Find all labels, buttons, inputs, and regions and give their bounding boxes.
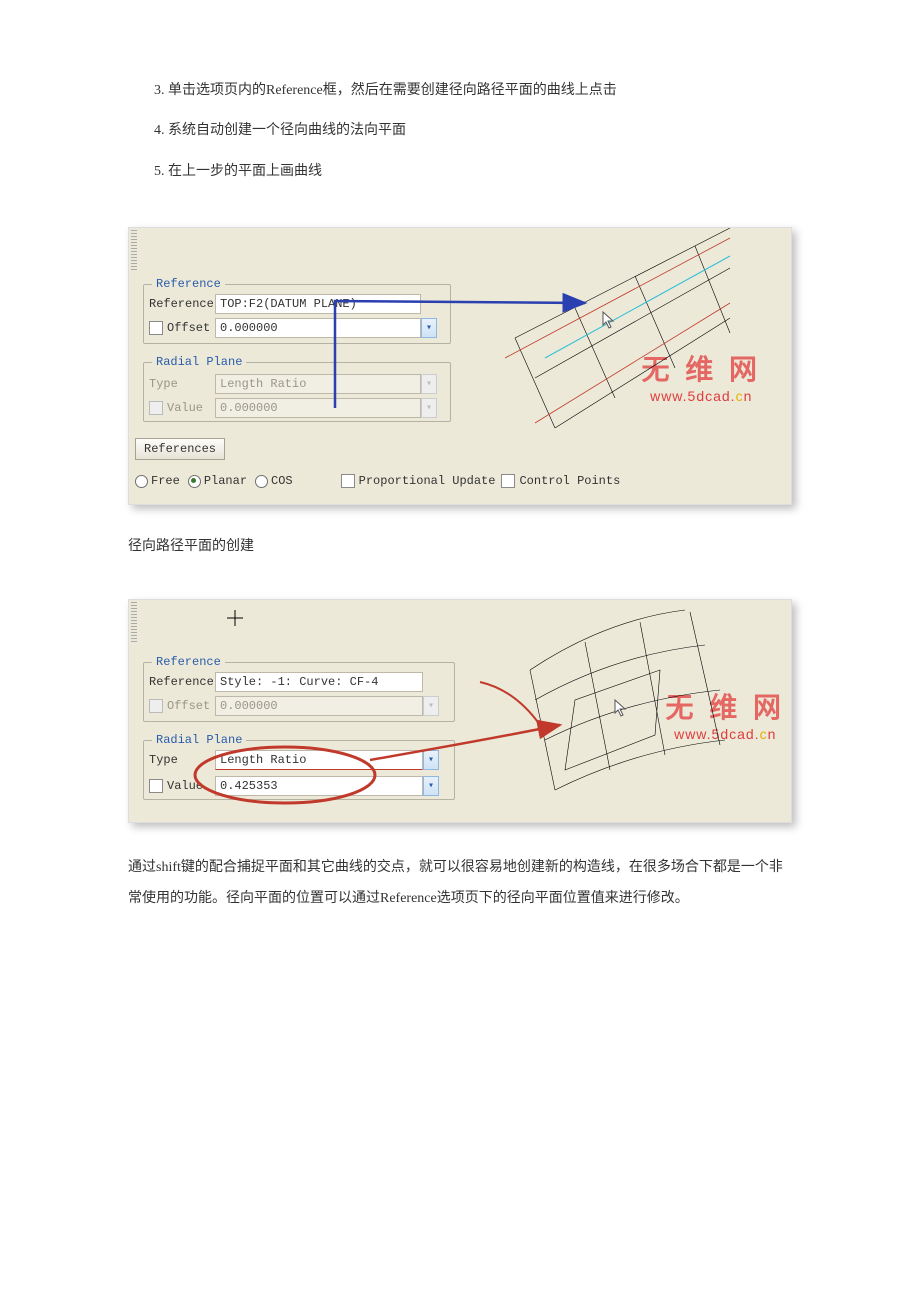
- ui-panel-2: Reference Reference Style: -1: Curve: CF…: [129, 600, 791, 822]
- step-list: 单击选项页内的Reference框，然后在需要创建径向路径平面的曲线上点击 系统…: [128, 80, 792, 183]
- type-row: Type Length Ratio ▾: [149, 374, 437, 394]
- watermark: 无 维 网 www.5dcad.cn: [641, 348, 761, 404]
- value-label-2: Value: [167, 779, 215, 793]
- offset-row-2: Offset 0.000000 ▾: [149, 696, 439, 716]
- reference-label-2: Reference: [149, 675, 215, 689]
- offset-dropdown-icon-2: ▾: [423, 696, 439, 716]
- value-dropdown-icon-2[interactable]: ▾: [423, 776, 439, 796]
- offset-field[interactable]: 0.000000: [215, 318, 421, 338]
- reference-field-2[interactable]: Style: -1: Curve: CF-4: [215, 672, 423, 692]
- reference-group-legend: Reference: [152, 277, 225, 291]
- value-row-2: Value 0.425353 ▾: [149, 776, 439, 796]
- offset-dropdown-icon[interactable]: ▾: [421, 318, 437, 338]
- document-page: 单击选项页内的Reference框，然后在需要创建径向路径平面的曲线上点击 系统…: [0, 0, 920, 1302]
- offset-checkbox[interactable]: [149, 321, 163, 335]
- value-checkbox: [149, 401, 163, 415]
- value-field-2[interactable]: 0.425353: [215, 776, 423, 796]
- type-label-2: Type: [149, 753, 215, 767]
- toolbar-grip[interactable]: [131, 230, 137, 270]
- value-field: 0.000000: [215, 398, 421, 418]
- references-button-row: References: [135, 438, 225, 460]
- step-5: 在上一步的平面上画曲线: [168, 161, 792, 183]
- value-label: Value: [167, 401, 215, 415]
- figure-2: Reference Reference Style: -1: Curve: CF…: [128, 599, 792, 823]
- type-dropdown-icon: ▾: [421, 374, 437, 394]
- proportional-checkbox[interactable]: [341, 474, 355, 488]
- reference-group-legend-2: Reference: [152, 655, 225, 669]
- radio-free[interactable]: Free: [135, 474, 180, 488]
- type-dropdown-icon-2[interactable]: ▾: [423, 750, 439, 770]
- step-4: 系统自动创建一个径向曲线的法向平面: [168, 120, 792, 142]
- radio-cos[interactable]: COS: [255, 474, 293, 488]
- type-field: Length Ratio: [215, 374, 421, 394]
- watermark-2: 无 维 网 www.5dcad.cn: [665, 686, 785, 742]
- value-dropdown-icon: ▾: [421, 398, 437, 418]
- reference-row: Reference TOP:F2(DATUM PLANE): [149, 294, 421, 314]
- value-row: Value 0.000000 ▾: [149, 398, 437, 418]
- references-button[interactable]: References: [135, 438, 225, 460]
- offset-checkbox-2: [149, 699, 163, 713]
- step-3: 单击选项页内的Reference框，然后在需要创建径向路径平面的曲线上点击: [168, 80, 792, 102]
- radio-planar[interactable]: Planar: [188, 474, 247, 488]
- type-row-2: Type Length Ratio ▾: [149, 750, 439, 770]
- toolbar-grip-2[interactable]: [131, 602, 137, 642]
- offset-row: Offset 0.000000 ▾: [149, 318, 437, 338]
- offset-label: Offset: [167, 321, 215, 335]
- radial-plane-group-legend: Radial Plane: [152, 355, 246, 369]
- radial-plane-group-legend-2: Radial Plane: [152, 733, 246, 747]
- mode-row: Free Planar COS Proportional Update Cont…: [135, 474, 675, 488]
- reference-field[interactable]: TOP:F2(DATUM PLANE): [215, 294, 421, 314]
- offset-label-2: Offset: [167, 699, 215, 713]
- control-points-checkbox[interactable]: [501, 474, 515, 488]
- type-label: Type: [149, 377, 215, 391]
- figure-1: Reference Reference TOP:F2(DATUM PLANE) …: [128, 227, 792, 505]
- ui-panel-1: Reference Reference TOP:F2(DATUM PLANE) …: [129, 228, 791, 504]
- reference-label: Reference: [149, 297, 215, 311]
- paragraph-1: 通过shift键的配合捕捉平面和其它曲线的交点，就可以很容易地创建新的构造线，在…: [128, 853, 792, 915]
- caption-1: 径向路径平面的创建: [128, 535, 792, 555]
- proportional-label: Proportional Update: [359, 474, 496, 488]
- type-field-2[interactable]: Length Ratio: [215, 750, 423, 770]
- offset-field-2: 0.000000: [215, 696, 423, 716]
- reference-row-2: Reference Style: -1: Curve: CF-4: [149, 672, 423, 692]
- value-checkbox-2[interactable]: [149, 779, 163, 793]
- control-points-label: Control Points: [519, 474, 620, 488]
